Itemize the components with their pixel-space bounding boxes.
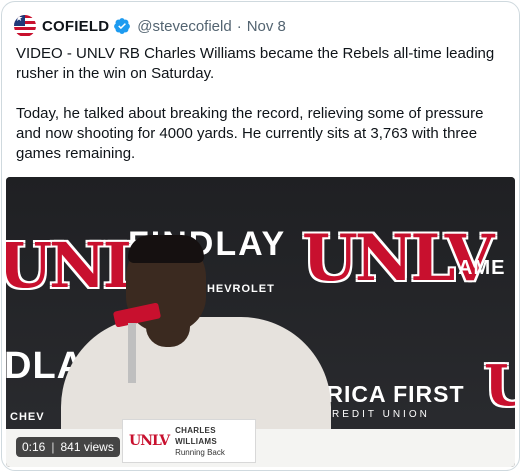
author-handle[interactable]: @stevecofield — [137, 18, 231, 35]
backdrop-unlv-logo-far-right: U — [484, 353, 515, 419]
tweet-text: VIDEO - UNLV RB Charles Williams became … — [16, 44, 511, 164]
tweet-date[interactable]: Nov 8 — [247, 18, 286, 35]
backdrop-chevrolet: CHEVROLET — [198, 283, 275, 295]
author-name[interactable]: COFIELD — [42, 18, 109, 35]
tweet-paragraph-1: VIDEO - UNLV RB Charles Williams became … — [16, 45, 495, 82]
separator-dot: · — [236, 17, 242, 35]
avatar[interactable] — [14, 15, 36, 37]
nameplate-logo: UNLV — [129, 433, 170, 449]
nameplate: UNLV CHARLES WILLIAMS Running Back — [122, 419, 256, 463]
video-views: 841 views — [60, 440, 114, 454]
tweet-header: COFIELD @stevecofield · Nov 8 — [14, 14, 286, 38]
backdrop-america-top: AME — [458, 257, 506, 279]
backdrop-credit-union: REDIT UNION — [332, 409, 430, 420]
backdrop-america-first: ERICA FIRST — [310, 381, 465, 407]
video-time: 0:16 — [22, 440, 46, 454]
verified-badge-icon — [114, 18, 131, 34]
backdrop-chev-bottom: CHEV — [10, 411, 45, 423]
microphone-stand — [128, 323, 136, 383]
video-stats-badge: 0:16 | 841 views — [16, 437, 120, 457]
tweet-card[interactable]: COFIELD @stevecofield · Nov 8 VIDEO - UN… — [1, 1, 520, 471]
video-stats-separator: | — [51, 440, 55, 454]
nameplate-name: CHARLES WILLIAMS — [175, 425, 218, 446]
speaker-hair — [128, 235, 204, 263]
video-player[interactable]: UNLV UNLV U FINDLAY CHEVROLET DLAY AME E… — [6, 177, 515, 467]
tweet-paragraph-2: Today, he talked about breaking the reco… — [16, 105, 484, 162]
nameplate-position: Running Back — [175, 447, 225, 457]
